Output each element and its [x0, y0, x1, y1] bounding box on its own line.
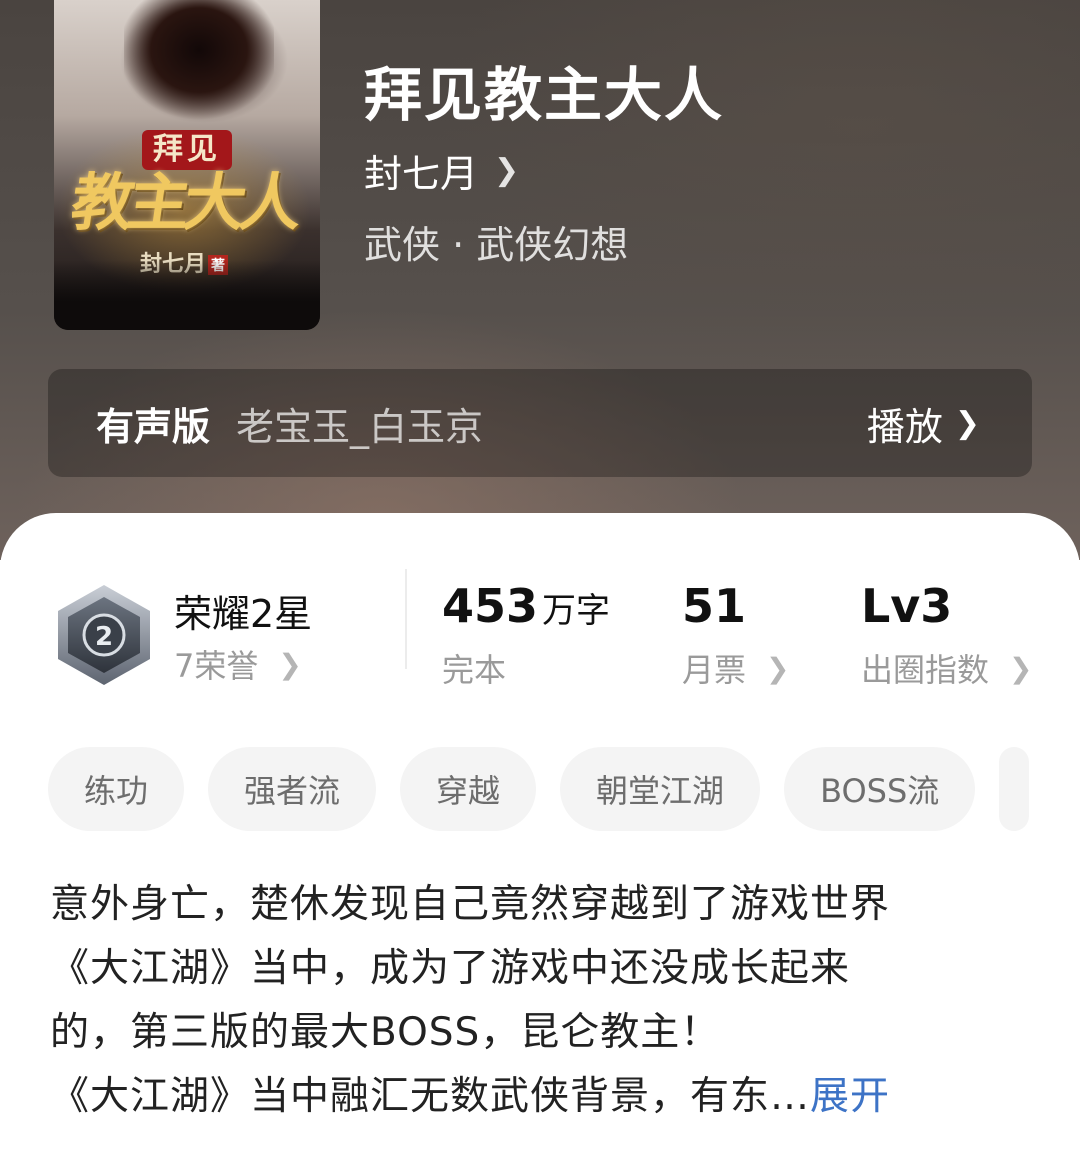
- tag-chip[interactable]: 朝堂江湖: [560, 747, 761, 831]
- audio-label: 有声版: [96, 404, 211, 449]
- influence-link[interactable]: 出圈指数 ❯: [861, 645, 1032, 691]
- chevron-right-icon: ❯: [766, 651, 790, 685]
- book-cover[interactable]: 拜见 教主大人 封七月著: [54, 0, 320, 330]
- badge-level-text: 2: [95, 622, 113, 652]
- author-link[interactable]: 封七月 ❯: [364, 143, 519, 198]
- stats-divider: [405, 569, 407, 669]
- honor-sub-link[interactable]: 7荣誉 ❯: [174, 641, 302, 687]
- description-line-text: 《大江湖》当中融汇无数武侠背景，有东…: [50, 1074, 811, 1119]
- audio-version-bar[interactable]: 有声版 老宝玉_白玉京 播放 ❯: [48, 369, 1032, 477]
- play-button[interactable]: 播放 ❯: [867, 396, 980, 451]
- book-header: 拜见 教主大人 封七月著 拜见教主大人 封七月 ❯ 武侠 · 武侠幻想 有声版 …: [0, 0, 1080, 560]
- influence-level: Lv3: [861, 579, 953, 633]
- description-line: 的，第三版的最大BOSS，昆仑教主！: [50, 1010, 721, 1055]
- expand-link[interactable]: 展开: [810, 1074, 890, 1119]
- book-title: 拜见教主大人: [364, 61, 725, 129]
- honor-title[interactable]: 荣耀2星: [174, 583, 312, 638]
- monthly-tickets-link[interactable]: 月票 ❯: [682, 645, 789, 691]
- audio-narrator: 老宝玉_白玉京: [236, 404, 484, 449]
- tag-chip-partial[interactable]: [999, 747, 1030, 831]
- description-line: 《大江湖》当中融汇无数武侠背景，有东…展开: [50, 1065, 1050, 1129]
- word-count-unit: 万字: [542, 591, 611, 631]
- author-name: 封七月: [364, 152, 479, 196]
- book-description: 意外身亡，楚休发现自己竟然穿越到了游戏世界 《大江湖》当中，成为了游戏中还没成长…: [50, 873, 1050, 1129]
- tag-chip[interactable]: 强者流: [208, 747, 377, 831]
- description-line: 《大江湖》当中，成为了游戏中还没成长起来: [50, 946, 851, 991]
- word-count-number: 453: [442, 579, 539, 633]
- cover-title-text: 教主大人: [66, 166, 302, 239]
- monthly-tickets-count: 51: [682, 579, 747, 633]
- chevron-right-icon: ❯: [278, 647, 302, 681]
- influence-label: 出圈指数: [861, 651, 990, 689]
- description-line: 意外身亡，楚休发现自己竟然穿越到了游戏世界: [50, 882, 891, 927]
- play-label: 播放: [866, 404, 943, 449]
- completion-status: 完本: [442, 651, 507, 689]
- chevron-right-icon: ❯: [494, 153, 520, 188]
- honor-badge-icon: 2: [58, 585, 150, 685]
- tag-chip[interactable]: 练功: [48, 747, 185, 831]
- tag-list: 练功 强者流 穿越 朝堂江湖 BOSS流: [48, 747, 1030, 831]
- monthly-tickets-label: 月票: [682, 651, 747, 689]
- tag-chip[interactable]: 穿越: [400, 747, 537, 831]
- word-count: 453 万字: [442, 579, 610, 633]
- chevron-right-icon: ❯: [954, 405, 980, 441]
- cover-crowd-art: [54, 260, 320, 330]
- cover-figure-art: [124, 0, 274, 140]
- chevron-right-icon: ❯: [1009, 651, 1033, 685]
- cover-top-text: 拜见: [142, 130, 232, 170]
- tag-chip[interactable]: BOSS流: [784, 747, 976, 831]
- book-info-card: 2 荣耀2星 7荣誉 ❯ 453 万字 完本 51 月票 ❯ Lv3 出圈指数 ❯…: [0, 513, 1080, 1153]
- book-genre[interactable]: 武侠 · 武侠幻想: [364, 214, 628, 269]
- honor-count: 7荣誉: [174, 647, 259, 685]
